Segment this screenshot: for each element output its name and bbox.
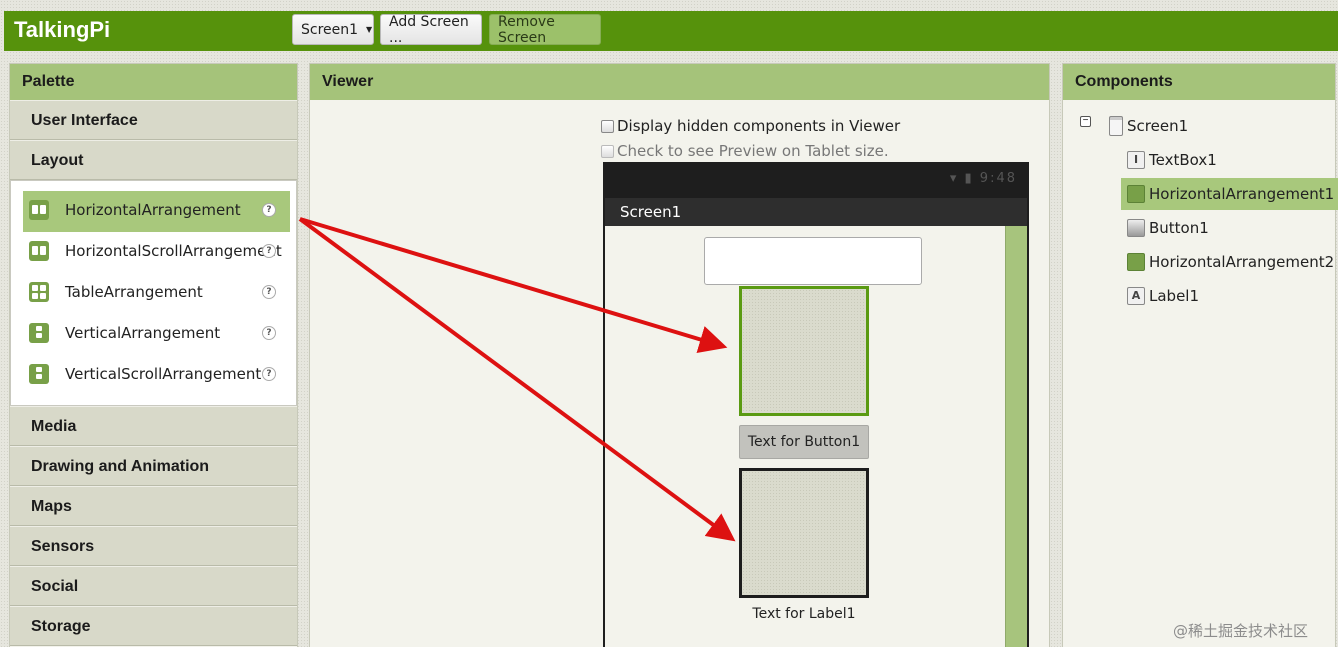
- palette-category-sensors[interactable]: Sensors: [10, 526, 297, 566]
- textbox-icon: I: [1127, 151, 1145, 169]
- tree-item-label1[interactable]: A Label1: [1127, 280, 1199, 312]
- tree-item-button1[interactable]: Button1: [1127, 212, 1209, 244]
- app-title: TalkingPi: [14, 17, 111, 42]
- palette-item-table-arrangement[interactable]: TableArrangement ?: [23, 273, 290, 314]
- tree-item-label: Label1: [1149, 287, 1200, 305]
- tree-item-label: Button1: [1149, 219, 1209, 237]
- button1-preview[interactable]: Text for Button1: [739, 425, 869, 459]
- palette-item-horizontal-arrangement[interactable]: HorizontalArrangement ?: [23, 191, 290, 232]
- phone-preview: ▾ ▮ 9:48 Screen1 Text for Button1 Text f…: [603, 162, 1029, 647]
- palette-category-maps[interactable]: Maps: [10, 486, 297, 526]
- phone-scrollbar[interactable]: [1005, 226, 1027, 647]
- phone-status-bar: ▾ ▮ 9:48: [605, 162, 1027, 198]
- components-header: Components: [1063, 64, 1335, 100]
- phone-title-bar: Screen1: [605, 198, 1027, 226]
- remove-screen-button[interactable]: Remove Screen: [489, 14, 601, 46]
- palette-item-vertical-scroll-arrangement[interactable]: VerticalScrollArrangement ?: [23, 355, 290, 396]
- tree-item-screen1[interactable]: Screen1: [1109, 110, 1188, 142]
- tree-item-horizontal-arrangement1[interactable]: HorizontalArrangement1: [1121, 178, 1338, 210]
- button-icon: [1127, 219, 1145, 237]
- table-arrangement-icon: [29, 282, 49, 302]
- collapse-icon[interactable]: −: [1080, 116, 1091, 127]
- palette-header: Palette: [10, 64, 297, 100]
- palette-item-label: TableArrangement: [65, 283, 203, 301]
- palette-category-user-interface[interactable]: User Interface: [10, 100, 297, 140]
- horizontal-arrangement2-preview[interactable]: [739, 468, 869, 598]
- tree-item-label: HorizontalArrangement1: [1149, 185, 1335, 203]
- help-icon[interactable]: ?: [262, 326, 276, 340]
- palette-category-storage[interactable]: Storage: [10, 606, 297, 646]
- display-hidden-label: Display hidden components in Viewer: [617, 117, 901, 135]
- tree-item-textbox1[interactable]: I TextBox1: [1127, 144, 1217, 176]
- screen-select-label: Screen1: [301, 21, 359, 38]
- label1-preview[interactable]: Text for Label1: [739, 606, 869, 622]
- viewer-header: Viewer: [310, 64, 1049, 100]
- horizontal-arrangement1-preview[interactable]: [739, 286, 869, 416]
- status-icons: ▾ ▮ 9:48: [949, 171, 1017, 186]
- screen-select-dropdown[interactable]: Screen1 ▼: [292, 14, 374, 45]
- screen-icon: [1109, 116, 1123, 136]
- palette-category-media[interactable]: Media: [10, 406, 297, 446]
- textbox1-preview[interactable]: [704, 237, 922, 285]
- horizontal-arrangement-icon: [1127, 185, 1145, 203]
- help-icon[interactable]: ?: [262, 367, 276, 381]
- tree-item-label: Screen1: [1127, 117, 1189, 135]
- palette-item-label: HorizontalScrollArrangement: [65, 242, 282, 260]
- add-screen-button[interactable]: Add Screen ...: [380, 14, 482, 46]
- palette-item-label: VerticalScrollArrangement: [65, 365, 262, 383]
- tree-item-label: HorizontalArrangement2: [1149, 253, 1335, 271]
- horizontal-scroll-arrangement-icon: [29, 241, 49, 261]
- vertical-scroll-arrangement-icon: [29, 364, 49, 384]
- palette-category-social[interactable]: Social: [10, 566, 297, 606]
- watermark: @稀土掘金技术社区: [1173, 622, 1309, 640]
- layout-component-list: HorizontalArrangement ? HorizontalScroll…: [10, 180, 297, 406]
- horizontal-arrangement-icon: [1127, 253, 1145, 271]
- label-icon: A: [1127, 287, 1145, 305]
- components-panel: Components − Screen1 I TextBox1 Horizont…: [1062, 63, 1338, 647]
- vertical-arrangement-icon: [29, 323, 49, 343]
- palette-category-drawing-and-animation[interactable]: Drawing and Animation: [10, 446, 297, 486]
- tree-item-label: TextBox1: [1149, 151, 1217, 169]
- palette-panel: Palette User Interface Layout Horizontal…: [9, 63, 298, 647]
- palette-category-layout[interactable]: Layout: [10, 140, 297, 180]
- viewer-panel: Viewer Display hidden components in View…: [309, 63, 1050, 647]
- top-bar: TalkingPi Screen1 ▼ Add Screen ... Remov…: [4, 11, 1338, 51]
- palette-item-vertical-arrangement[interactable]: VerticalArrangement ?: [23, 314, 290, 355]
- help-icon[interactable]: ?: [262, 244, 276, 258]
- horizontal-arrangement-icon: [29, 200, 49, 220]
- checkbox-icon[interactable]: [601, 119, 614, 133]
- tree-item-horizontal-arrangement2[interactable]: HorizontalArrangement2: [1127, 246, 1334, 278]
- chevron-down-icon: ▼: [366, 25, 373, 34]
- checkbox-icon[interactable]: [601, 144, 614, 158]
- tablet-preview-label: Check to see Preview on Tablet size.: [617, 142, 889, 160]
- display-hidden-checkbox[interactable]: Display hidden components in Viewer: [601, 117, 900, 135]
- help-icon[interactable]: ?: [262, 203, 276, 217]
- palette-item-horizontal-scroll-arrangement[interactable]: HorizontalScrollArrangement ?: [23, 232, 290, 273]
- palette-item-label: VerticalArrangement: [65, 324, 221, 342]
- palette-item-label: HorizontalArrangement: [65, 201, 241, 219]
- tablet-preview-checkbox[interactable]: Check to see Preview on Tablet size.: [601, 142, 889, 160]
- help-icon[interactable]: ?: [262, 285, 276, 299]
